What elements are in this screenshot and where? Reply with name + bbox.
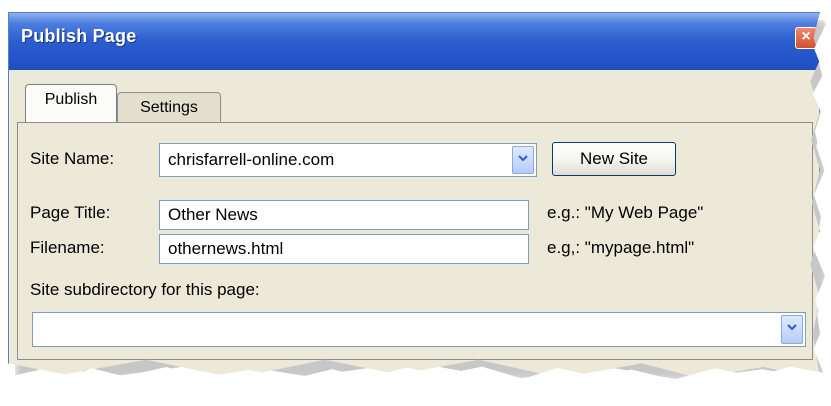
screenshot-stage: Publish Page × Publish Settings Site Nam…: [0, 0, 831, 406]
page-title-hint: e.g.: "My Web Page": [547, 203, 704, 222]
filename-label: Filename:: [30, 238, 105, 257]
page-title-input[interactable]: Other News: [159, 200, 529, 230]
chevron-down-icon: [787, 324, 797, 331]
tab-publish[interactable]: Publish: [25, 84, 117, 122]
subdirectory-select[interactable]: [32, 312, 806, 347]
filename-input[interactable]: othernews.html: [159, 234, 529, 264]
chevron-down-icon: [518, 155, 528, 162]
new-site-button[interactable]: New Site: [552, 142, 676, 176]
publish-page-dialog: Publish Page × Publish Settings Site Nam…: [8, 12, 820, 378]
subdirectory-dropdown-button[interactable]: [781, 315, 803, 344]
subdirectory-label: Site subdirectory for this page:: [30, 280, 260, 299]
page-title-label: Page Title:: [30, 203, 111, 222]
site-name-label: Site Name:: [30, 149, 115, 168]
filename-hint: e.g,: "mypage.html": [547, 238, 695, 257]
publish-tab-panel: Site Name: chrisfarrell-online.com New S…: [17, 122, 813, 360]
site-name-select[interactable]: chrisfarrell-online.com: [159, 143, 537, 177]
title-bar[interactable]: Publish Page ×: [9, 13, 819, 70]
tab-settings[interactable]: Settings: [117, 92, 221, 122]
window-title: Publish Page: [21, 26, 137, 46]
site-name-value: chrisfarrell-online.com: [168, 150, 335, 169]
site-name-dropdown-button[interactable]: [512, 146, 534, 174]
